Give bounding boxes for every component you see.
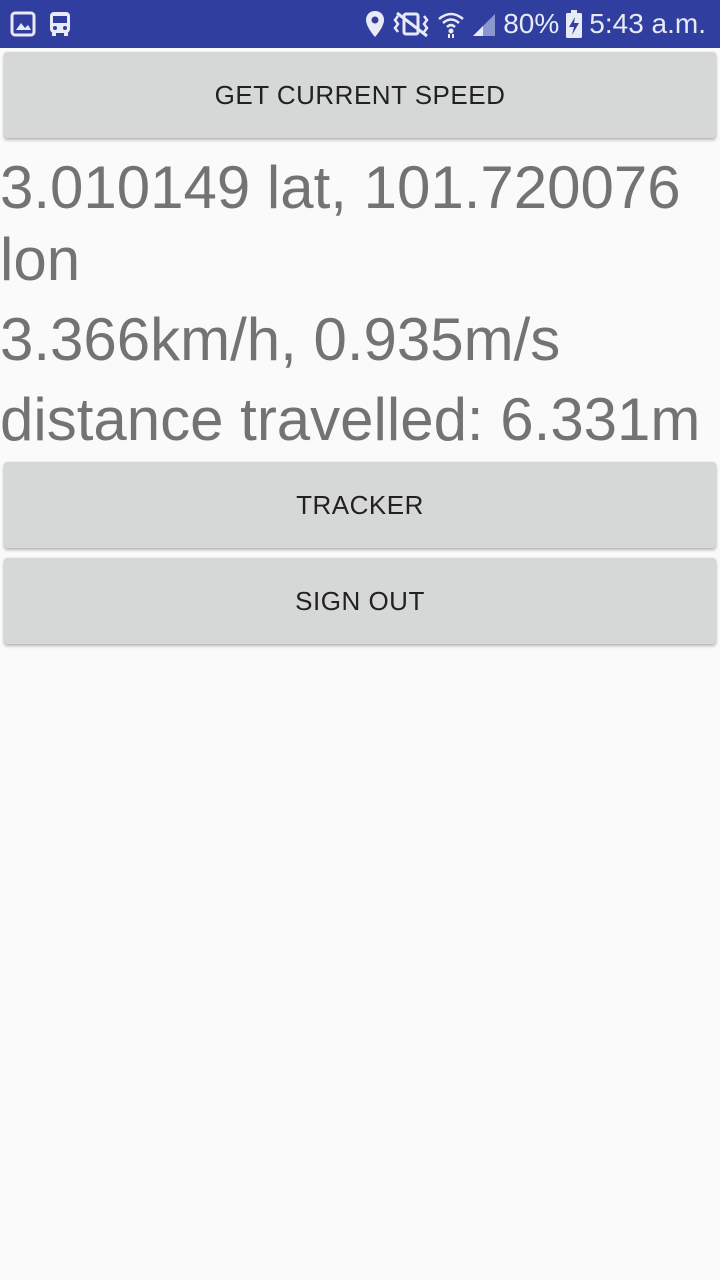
get-current-speed-button[interactable]: GET CURRENT SPEED — [4, 52, 716, 138]
vibrate-mute-icon — [391, 10, 431, 38]
battery-charging-icon — [565, 9, 583, 39]
cell-signal-icon — [471, 10, 497, 38]
status-time: 5:43 a.m. — [589, 8, 706, 39]
speed-text: 3.366km/h, 0.935m/s — [0, 306, 561, 373]
status-bar: 80% 5:43 a.m. — [0, 0, 720, 48]
status-bar-left — [10, 10, 72, 38]
location-text: 3.010149 lat, 101.720076 lon — [0, 154, 681, 293]
battery-percent: 80% — [503, 8, 560, 39]
tracker-button[interactable]: TRACKER — [4, 462, 716, 548]
wifi-icon — [437, 10, 465, 38]
sign-out-button[interactable]: SIGN OUT — [4, 558, 716, 644]
status-bar-right: 80% 5:43 a.m. — [365, 6, 706, 42]
gallery-icon — [10, 11, 36, 37]
distance-text: distance travelled: 6.331m — [0, 386, 701, 453]
bus-icon — [48, 11, 72, 37]
location-pin-icon — [365, 10, 385, 38]
